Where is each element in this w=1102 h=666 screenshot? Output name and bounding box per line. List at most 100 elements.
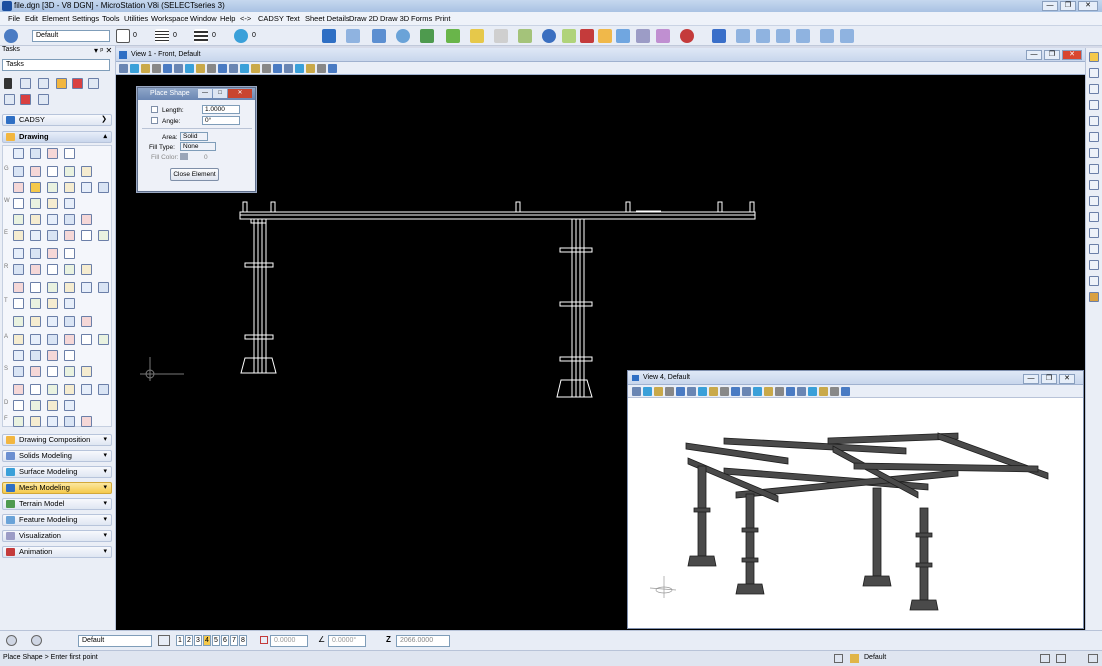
drawing-tool-icon[interactable] xyxy=(98,230,109,241)
drawing-tool-icon[interactable] xyxy=(13,264,24,275)
fill-color-value[interactable]: 0 xyxy=(204,153,208,162)
view-tool-icon[interactable] xyxy=(240,64,249,73)
drawing-tool-icon[interactable] xyxy=(64,366,75,377)
view-tool-icon[interactable] xyxy=(152,64,161,73)
info-icon[interactable] xyxy=(542,29,556,43)
drawing-tool-icon[interactable] xyxy=(13,316,24,327)
view4-tool-icon[interactable] xyxy=(643,387,652,396)
lock-icon[interactable] xyxy=(850,654,859,663)
drawing-tool-icon[interactable] xyxy=(64,230,75,241)
drawing-tool-icon[interactable] xyxy=(30,366,41,377)
bentley-b-icon[interactable] xyxy=(712,29,726,43)
view4-tool-icon[interactable] xyxy=(709,387,718,396)
drawing-tool-icon[interactable] xyxy=(98,334,109,345)
delete-icon[interactable] xyxy=(494,29,508,43)
minimize-button[interactable]: — xyxy=(1042,1,1058,11)
back-icon[interactable] xyxy=(6,635,17,646)
section-solids-modeling[interactable]: Solids Modeling ▾ xyxy=(2,450,112,462)
drawing-tool-icon[interactable] xyxy=(30,416,41,427)
drawing-tool-icon[interactable] xyxy=(64,416,75,427)
menu-arrows[interactable]: <-> xyxy=(240,14,251,23)
menu-window[interactable]: Window xyxy=(190,14,217,23)
drawing-tool-icon[interactable] xyxy=(47,182,58,193)
view-tool-icon[interactable] xyxy=(141,64,150,73)
view4-tool-icon[interactable] xyxy=(720,387,729,396)
dialog-maximize-button[interactable]: □ xyxy=(213,89,227,98)
drawing-tool-icon[interactable] xyxy=(81,334,92,345)
view-tool-icon[interactable] xyxy=(262,64,271,73)
accudraw-tool-icon[interactable] xyxy=(1089,276,1099,286)
view-toggle-7[interactable]: 7 xyxy=(230,635,238,646)
length-checkbox[interactable] xyxy=(151,106,158,113)
drawing-tool-icon[interactable] xyxy=(13,248,24,259)
fill-type-select[interactable]: None xyxy=(180,142,216,151)
drawing-tool-icon[interactable] xyxy=(81,366,92,377)
view4-window[interactable]: View 4, Default — ❐ ✕ xyxy=(627,370,1084,629)
measure-icon[interactable] xyxy=(518,29,532,43)
view-tool-icon[interactable] xyxy=(295,64,304,73)
drawing-tool-icon[interactable] xyxy=(47,166,58,177)
drawing-tool-icon[interactable] xyxy=(30,384,41,395)
photo-icon[interactable] xyxy=(616,29,630,43)
view-toggle-6[interactable]: 6 xyxy=(221,635,229,646)
menu-draw-3d[interactable]: Draw 3D xyxy=(380,14,409,23)
drawing-tool-icon[interactable] xyxy=(81,214,92,225)
accudraw-tool-icon[interactable] xyxy=(1089,132,1099,142)
manipulate-icon[interactable] xyxy=(396,29,410,43)
view-tool-icon[interactable] xyxy=(218,64,227,73)
drawing-tool-icon[interactable] xyxy=(30,198,41,209)
section-terrain-model[interactable]: Terrain Model ▾ xyxy=(2,498,112,510)
menu-edit[interactable]: Edit xyxy=(25,14,38,23)
view-back-icon[interactable] xyxy=(840,29,854,43)
view4-tool-icon[interactable] xyxy=(819,387,828,396)
drawing-tool-icon[interactable] xyxy=(98,384,109,395)
pin-icon[interactable]: ▾ ᵖ ✕ xyxy=(94,46,112,55)
view1-close-button[interactable]: ✕ xyxy=(1062,50,1082,60)
fence-icon[interactable] xyxy=(372,29,386,43)
angle-status-input[interactable]: 0.0000° xyxy=(328,635,366,647)
view4-tool-icon[interactable] xyxy=(797,387,806,396)
view4-tool-icon[interactable] xyxy=(786,387,795,396)
view-right-icon[interactable] xyxy=(776,29,790,43)
transparency-value[interactable]: 0 xyxy=(252,32,256,39)
view-toggle-3[interactable]: 3 xyxy=(194,635,202,646)
drawing-tool-icon[interactable] xyxy=(81,416,92,427)
view4-tool-icon[interactable] xyxy=(808,387,817,396)
menu-element[interactable]: Element xyxy=(42,14,70,23)
drawing-tool-icon[interactable] xyxy=(47,198,58,209)
drawing-tool-icon[interactable] xyxy=(98,182,109,193)
view4-tool-icon[interactable] xyxy=(687,387,696,396)
view4-tool-icon[interactable] xyxy=(742,387,751,396)
menu-workspace[interactable]: Workspace xyxy=(151,14,188,23)
grid-icon[interactable] xyxy=(636,29,650,43)
view-tool-icon[interactable] xyxy=(328,64,337,73)
drawing-tool-icon[interactable] xyxy=(64,166,75,177)
section-cadsy[interactable]: CADSY ❯ xyxy=(2,114,112,126)
view-tool-icon[interactable] xyxy=(185,64,194,73)
drawing-tool-icon[interactable] xyxy=(30,264,41,275)
view-toggle-5[interactable]: 5 xyxy=(212,635,220,646)
line-weight-icon[interactable] xyxy=(194,29,208,43)
accudraw-tool-icon[interactable] xyxy=(1089,212,1099,222)
view4-tool-icon[interactable] xyxy=(775,387,784,396)
drawing-tool-icon[interactable] xyxy=(30,282,41,293)
view-tool-icon[interactable] xyxy=(163,64,172,73)
section-visualization[interactable]: Visualization ▾ xyxy=(2,530,112,542)
drawing-tool-icon[interactable] xyxy=(30,230,41,241)
drawing-tool-icon[interactable] xyxy=(13,298,24,309)
drawing-tool-icon[interactable] xyxy=(64,264,75,275)
view4-close-button[interactable]: ✕ xyxy=(1059,374,1075,384)
view-tool-icon[interactable] xyxy=(130,64,139,73)
view-toggle-8[interactable]: 8 xyxy=(239,635,247,646)
drawing-tool-icon[interactable] xyxy=(13,384,24,395)
section-mesh-modeling[interactable]: Mesh Modeling ▾ xyxy=(2,482,112,494)
drawing-tool-icon[interactable] xyxy=(64,298,75,309)
paint-tool-icon[interactable] xyxy=(56,78,67,89)
menu-utilities[interactable]: Utilities xyxy=(124,14,148,23)
section-animation[interactable]: Animation ▾ xyxy=(2,546,112,558)
modify-icon[interactable] xyxy=(420,29,434,43)
drawing-tool-icon[interactable] xyxy=(47,334,58,345)
view4-tool-icon[interactable] xyxy=(676,387,685,396)
accudraw-tool-icon[interactable] xyxy=(1089,100,1099,110)
drawing-tool-icon[interactable] xyxy=(13,166,24,177)
